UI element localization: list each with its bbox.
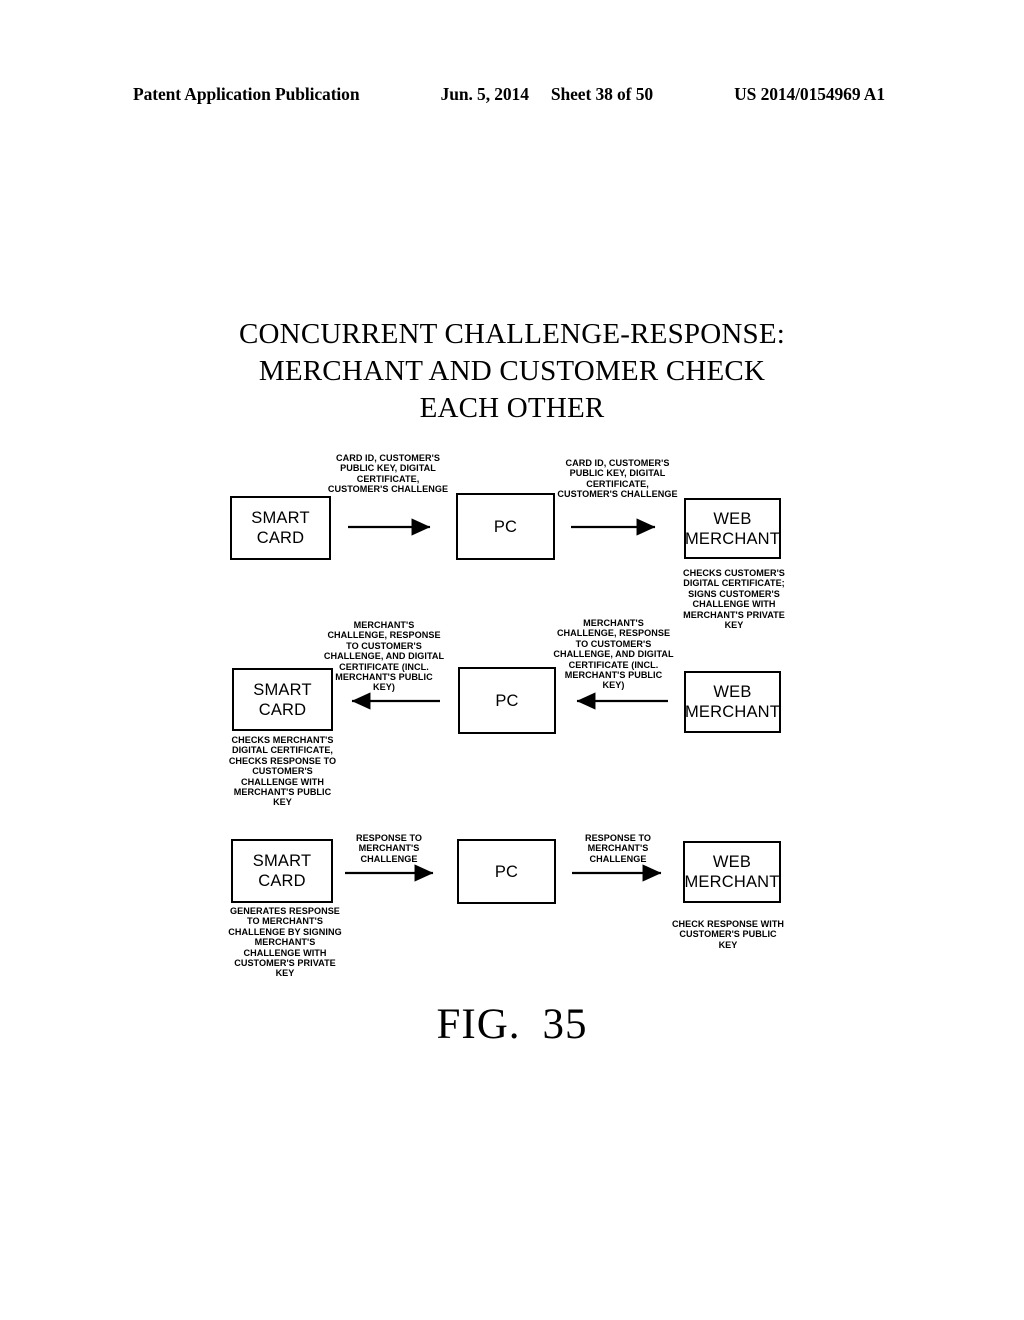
node-smart-card-row1[interactable]: SMART CARD xyxy=(230,496,331,560)
node-label: SMART CARD xyxy=(251,509,310,547)
note-card-checks-merchant: CHECKS MERCHANT'S DIGITAL CERTIFICATE, CHE… xyxy=(228,735,337,808)
node-label: PC xyxy=(493,517,518,536)
note-card-generates-response: GENERATES RESPONSE TO MERCHANT'S CHALLENGE… xyxy=(228,906,342,979)
diagram-arrows xyxy=(345,518,668,882)
node-label: SMART CARD xyxy=(252,852,312,890)
node-label: WEB MERCHANT xyxy=(684,683,781,721)
edge-label-card-to-pc-row1: CARD ID, CUSTOMER'S PUBLIC KEY, DIGITAL CE… xyxy=(327,453,449,495)
node-web-merchant-row3[interactable]: WEB MERCHANT xyxy=(683,841,781,903)
node-label: WEB MERCHANT xyxy=(684,509,781,548)
flow-diagram: SMART CARD CARD ID, CUSTOMER'S PUBLIC KEY,… xyxy=(0,0,1024,1320)
node-label: PC xyxy=(495,691,519,710)
node-label: PC xyxy=(494,862,519,881)
edge-label-card-to-pc-row3: RESPONSE TO MERCHANT'S CHALLENGE xyxy=(355,833,423,864)
node-web-merchant-row1[interactable]: WEB MERCHANT xyxy=(684,498,781,559)
note-merchant-verifies-response: CHECK RESPONSE WITH CUSTOMER'S PUBLIC KEY xyxy=(671,919,785,950)
node-pc-row1[interactable]: PC xyxy=(456,493,555,560)
node-smart-card-row3[interactable]: SMART CARD xyxy=(231,839,333,903)
edge-label-pc-to-merchant-row1: CARD ID, CUSTOMER'S PUBLIC KEY, DIGITAL CE… xyxy=(557,458,678,500)
node-web-merchant-row2[interactable]: WEB MERCHANT xyxy=(684,671,781,733)
edge-label-pc-to-merchant-row3: RESPONSE TO MERCHANT'S CHALLENGE xyxy=(584,833,652,864)
note-merchant-checks-customer: CHECKS CUSTOMER'S DIGITAL CERTIFICATE; SIG… xyxy=(683,568,785,631)
node-label: WEB MERCHANT xyxy=(684,853,780,891)
node-pc-row3[interactable]: PC xyxy=(457,839,556,904)
edge-label-pc-to-card-row2: MERCHANT'S CHALLENGE, RESPONSE TO CUSTOMER… xyxy=(323,620,445,693)
node-label: SMART CARD xyxy=(253,680,312,719)
edge-label-merchant-to-pc-row2: MERCHANT'S CHALLENGE, RESPONSE TO CUSTOMER… xyxy=(553,618,674,691)
